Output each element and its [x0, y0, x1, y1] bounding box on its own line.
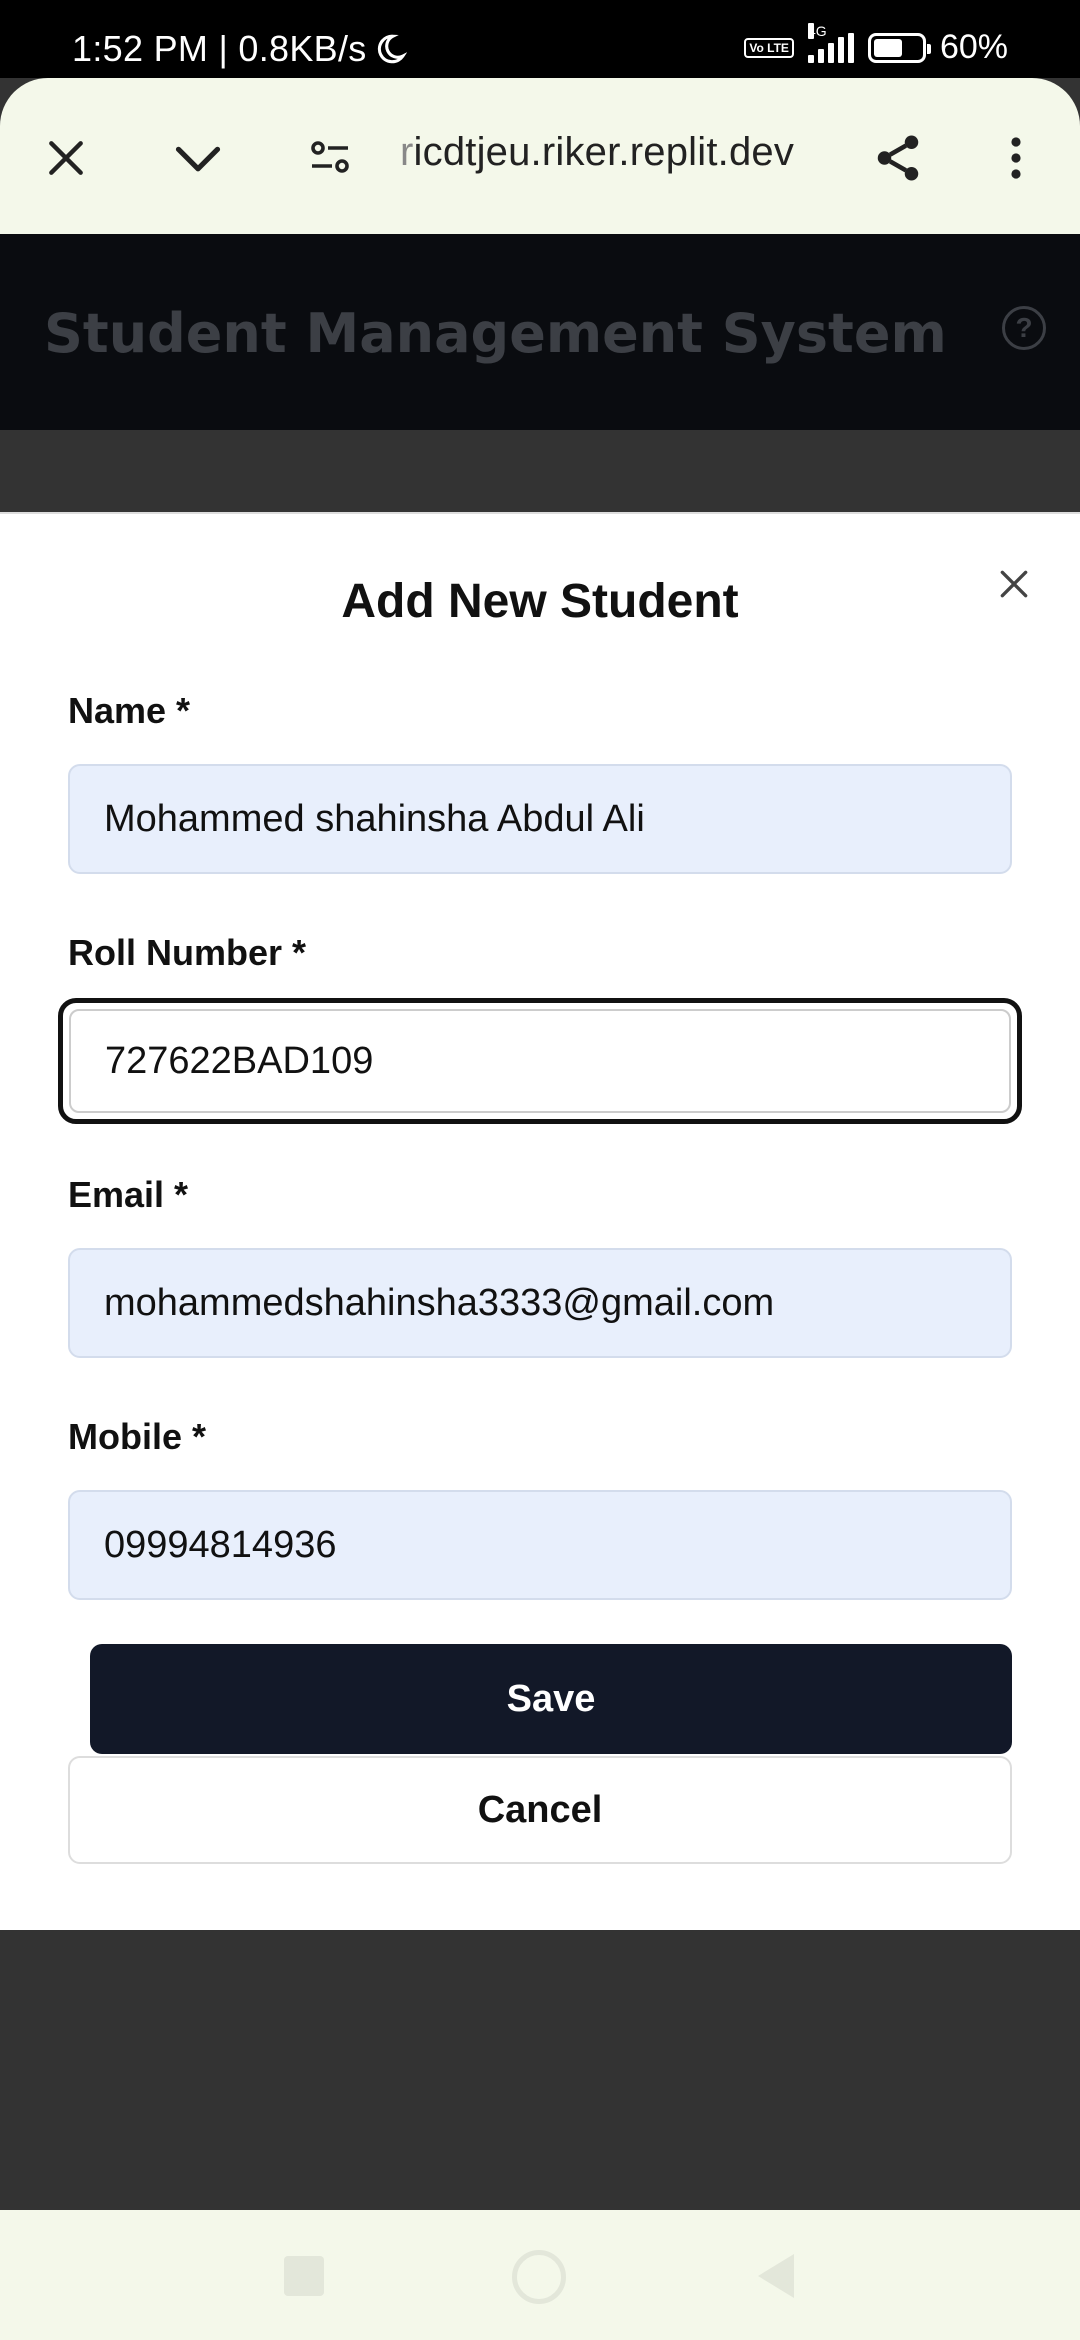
browser-toolbar: ricdtjeu.riker.replit.dev — [0, 78, 1080, 234]
dialog-title: Add New Student — [341, 575, 739, 628]
close-tab-button[interactable] — [34, 126, 98, 190]
roll-number-label: Roll Number * — [68, 932, 307, 973]
help-icon[interactable]: ? — [1002, 306, 1046, 350]
url-faded-prefix: r — [400, 130, 414, 174]
menu-button[interactable] — [984, 126, 1048, 190]
name-input[interactable]: Mohammed shahinsha Abdul Ali — [68, 764, 1012, 874]
name-label: Name * — [68, 690, 191, 731]
minimize-button[interactable] — [166, 126, 230, 190]
roll-number-value: 727622BAD109 — [105, 1039, 374, 1082]
close-icon — [49, 141, 83, 175]
status-left: 1:52 PM | 0.8KB/s — [72, 28, 407, 70]
moon-icon — [377, 34, 407, 64]
app-header: Student Management System ? — [0, 234, 1080, 430]
volte-icon: Vo LTE — [744, 37, 794, 58]
add-student-dialog: Add New Student Name * Mohammed shahinsh… — [0, 512, 1080, 1930]
url-text: icdtjeu.riker.replit.dev — [413, 130, 795, 174]
screen: 1:52 PM | 0.8KB/s Vo LTE 4G 60% ricdtjeu… — [0, 0, 1080, 2340]
status-time-speed: 1:52 PM | 0.8KB/s — [72, 28, 367, 69]
site-settings-icon — [311, 141, 349, 173]
system-nav-bar — [0, 2210, 1080, 2340]
mobile-label: Mobile * — [68, 1416, 207, 1457]
back-button[interactable] — [758, 2254, 794, 2298]
email-label: Email * — [68, 1174, 189, 1215]
site-settings-button[interactable] — [298, 126, 362, 190]
more-vert-icon — [1011, 137, 1021, 179]
share-icon — [877, 135, 919, 181]
battery-icon — [867, 32, 931, 63]
cancel-button[interactable]: Cancel — [68, 1756, 1012, 1864]
status-bar: 1:52 PM | 0.8KB/s Vo LTE 4G 60% — [0, 0, 1080, 78]
signal-icon: 4G — [807, 22, 854, 63]
mobile-input[interactable]: 09994814936 — [68, 1490, 1012, 1600]
battery-percent: 60% — [939, 28, 1008, 66]
recents-button[interactable] — [284, 2256, 324, 2296]
chevron-down-icon — [175, 146, 221, 172]
status-right: Vo LTE 4G 60% — [744, 22, 1008, 67]
url-bar[interactable]: ricdtjeu.riker.replit.dev — [400, 130, 794, 175]
save-button[interactable]: Save — [90, 1644, 1012, 1754]
email-input[interactable]: mohammedshahinsha3333@gmail.com — [68, 1248, 1012, 1358]
app-title: Student Management System — [44, 302, 947, 365]
close-icon — [1000, 570, 1028, 598]
roll-number-input[interactable]: 727622BAD109 — [58, 998, 1022, 1124]
dialog-close-button[interactable] — [994, 564, 1034, 604]
home-button[interactable] — [512, 2250, 566, 2304]
share-button[interactable] — [866, 126, 930, 190]
network-type: 4G — [807, 22, 827, 39]
